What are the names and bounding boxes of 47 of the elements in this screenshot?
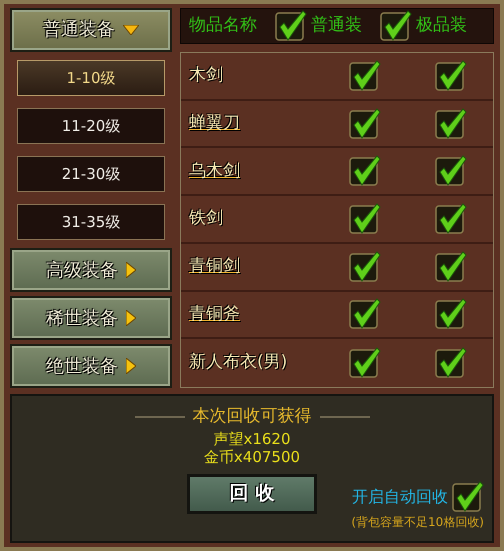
auto-recycle-label: 开启自动回收 <box>352 486 448 508</box>
checkbox[interactable] <box>349 108 381 140</box>
item-name: 新人布衣(男) <box>189 351 288 374</box>
category-button[interactable]: 普通装备 <box>10 8 172 52</box>
reward-amount: 金币x407500 <box>204 448 300 466</box>
column-header: 普通装 <box>311 14 362 38</box>
level-tab[interactable]: 31-35级 <box>17 204 165 240</box>
checkbox[interactable] <box>349 155 381 188</box>
checkbox[interactable] <box>349 347 381 380</box>
category-button[interactable]: 稀世装备 <box>10 296 172 340</box>
item-link[interactable]: 青铜斧 <box>189 302 349 328</box>
checkbox[interactable] <box>349 298 381 330</box>
checkbox[interactable] <box>452 481 484 513</box>
checkbox[interactable] <box>435 347 467 380</box>
level-tab[interactable]: 21-30级 <box>17 156 165 192</box>
item-link[interactable]: 乌木剑 <box>189 158 349 184</box>
right-arrow-icon <box>126 310 136 326</box>
checkbox[interactable] <box>349 250 381 283</box>
checkbox[interactable] <box>349 203 381 236</box>
recycle-button[interactable]: 回 收 <box>187 474 317 514</box>
checkbox[interactable] <box>435 250 467 283</box>
divider-ornament <box>134 416 184 418</box>
reward-title: 本次回收可获得 <box>192 405 312 428</box>
divider-ornament <box>320 416 370 418</box>
category-button[interactable]: 绝世装备 <box>10 344 172 388</box>
item-name: 铁剑 <box>189 207 224 230</box>
checkbox[interactable] <box>349 60 381 92</box>
capacity-note: (背包容量不足10格回收) <box>351 514 484 531</box>
column-header: 极品装 <box>416 14 467 38</box>
reward-amount: 声望x1620 <box>213 430 291 448</box>
level-tab[interactable]: 1-10级 <box>17 60 165 96</box>
item-name: 木剑 <box>189 64 224 88</box>
checkbox[interactable] <box>275 10 307 42</box>
checkbox[interactable] <box>435 203 467 236</box>
item-link[interactable]: 青铜剑 <box>189 254 349 280</box>
dropdown-arrow-icon <box>123 24 139 35</box>
checkbox[interactable] <box>380 10 412 42</box>
checkbox[interactable] <box>435 155 467 188</box>
level-tab[interactable]: 11-20级 <box>17 108 165 144</box>
checkbox[interactable] <box>435 60 467 92</box>
item-link[interactable]: 蝉翼刀 <box>189 110 349 136</box>
checkbox[interactable] <box>435 108 467 140</box>
right-arrow-icon <box>126 358 136 374</box>
checkbox[interactable] <box>435 298 467 330</box>
column-header: 物品名称 <box>189 14 257 38</box>
category-button[interactable]: 高级装备 <box>10 248 172 292</box>
right-arrow-icon <box>126 262 136 278</box>
